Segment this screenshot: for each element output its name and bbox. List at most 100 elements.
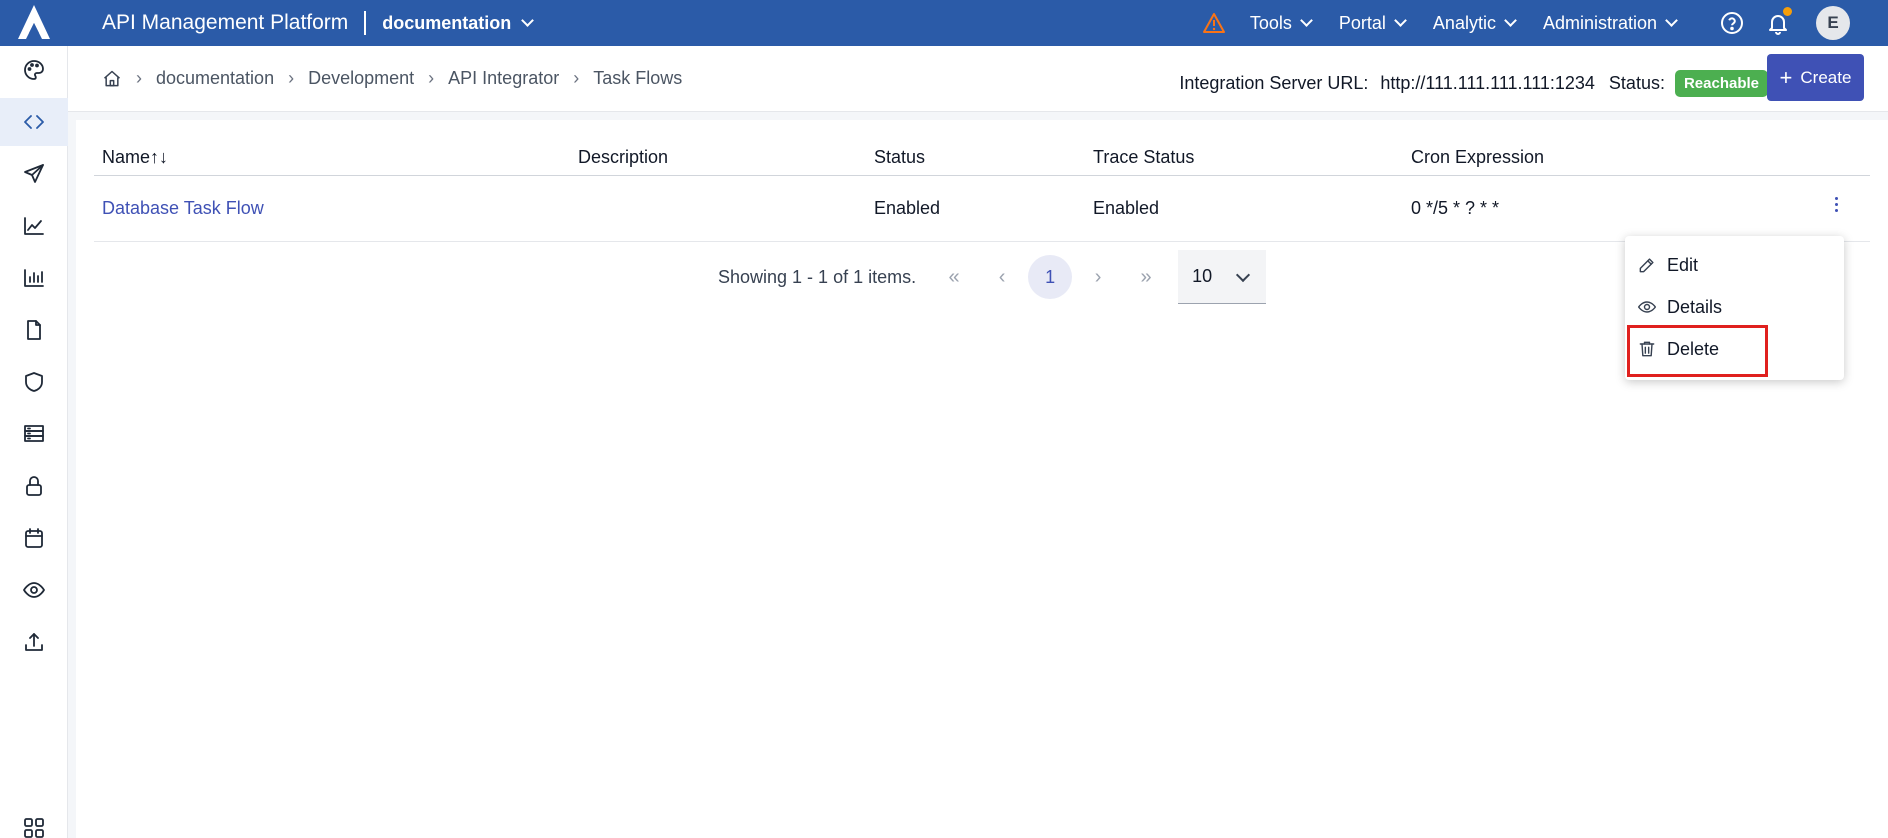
eye-icon: [23, 582, 45, 598]
pencil-icon: [1639, 258, 1654, 273]
menu-item-edit[interactable]: Edit: [1637, 248, 1698, 282]
chevron-right-icon: ›: [428, 68, 435, 88]
app-title: API Management Platform: [102, 11, 349, 34]
logo-icon: [18, 5, 50, 39]
task-flow-name-link[interactable]: Database Task Flow: [102, 198, 264, 219]
page-number-current[interactable]: 1: [1028, 255, 1073, 299]
prev-page-icon[interactable]: ‹: [980, 255, 1024, 299]
next-page-icon[interactable]: ›: [1076, 255, 1120, 299]
title-divider: [364, 11, 367, 35]
menu-tools[interactable]: Tools: [1249, 12, 1313, 34]
first-page-icon[interactable]: «: [932, 255, 976, 299]
create-button-label: Create: [1800, 67, 1852, 87]
server-status-label: Status:: [1608, 73, 1665, 93]
app-logo[interactable]: [0, 0, 68, 46]
menu-portal[interactable]: Portal: [1338, 12, 1407, 34]
warning-icon[interactable]: [1202, 12, 1226, 34]
palette-icon: [24, 60, 44, 80]
pagination-summary: Showing 1 - 1 of 1 items.: [718, 266, 917, 287]
breadcrumb-item-project[interactable]: documentation: [156, 68, 274, 89]
task-flow-status: Enabled: [874, 198, 941, 218]
table-row: Database Task Flow Enabled Enabled 0 */5…: [94, 177, 1870, 242]
server-info: Integration Server URL: http://111.111.1…: [1179, 70, 1768, 97]
menu-administration-label: Administration: [1542, 12, 1657, 33]
bar-chart-icon: [24, 269, 44, 287]
chevron-down-icon: [1394, 14, 1407, 27]
column-header-name[interactable]: Name↑↓: [102, 147, 168, 168]
sidebar: [0, 46, 68, 838]
breadcrumb-item-task-flows: Task Flows: [593, 68, 683, 88]
sidebar-item-development[interactable]: [0, 98, 68, 146]
upload-icon: [25, 633, 43, 651]
chevron-down-icon: [1665, 14, 1678, 27]
home-icon[interactable]: [102, 69, 122, 89]
column-name-label: Name: [102, 147, 151, 167]
menu-item-details-label: Details: [1667, 296, 1723, 317]
sidebar-item-import[interactable]: [0, 618, 68, 666]
sidebar-item-servers[interactable]: [0, 410, 68, 458]
task-flows-card: Name↑↓ Description Status Trace Status C…: [76, 120, 1888, 838]
sidebar-item-documents[interactable]: [0, 306, 68, 354]
eye-icon: [1637, 301, 1657, 313]
menu-analytic-label: Analytic: [1432, 12, 1496, 33]
notification-dot: [1783, 7, 1792, 16]
project-name: documentation: [382, 12, 512, 33]
create-button[interactable]: + Create: [1767, 54, 1864, 101]
menu-administration[interactable]: Administration: [1542, 12, 1678, 34]
calendar-icon: [25, 528, 43, 548]
chevron-right-icon: ›: [288, 68, 295, 88]
menu-portal-label: Portal: [1338, 12, 1386, 33]
server-icon: [24, 425, 44, 442]
chevron-down-icon: [521, 14, 535, 27]
sidebar-item-themes[interactable]: [0, 46, 68, 94]
page-size-value: 10: [1192, 266, 1213, 286]
sidebar-item-apps[interactable]: [0, 804, 68, 838]
bell-icon[interactable]: [1766, 7, 1792, 35]
sort-icon[interactable]: ↑↓: [150, 147, 168, 167]
pagination: Showing 1 - 1 of 1 items. « ‹ 1 › » 10: [718, 250, 1267, 304]
chevron-down-icon: [1236, 267, 1251, 283]
trending-icon: [24, 217, 44, 235]
breadcrumb: › documentation › Development › API Inte…: [102, 68, 682, 89]
column-header-description: Description: [578, 147, 669, 167]
sidebar-item-publish[interactable]: [0, 150, 68, 198]
column-header-cron: Cron Expression: [1411, 147, 1545, 167]
sidebar-item-security[interactable]: [0, 358, 68, 406]
code-icon: [24, 115, 44, 129]
help-icon[interactable]: [1720, 11, 1744, 35]
menu-analytic[interactable]: Analytic: [1432, 12, 1517, 34]
page-size-select[interactable]: 10: [1178, 250, 1267, 304]
column-header-status: Status: [874, 147, 926, 167]
project-selector[interactable]: documentation: [382, 12, 535, 34]
breadcrumb-item-api-integrator[interactable]: API Integrator: [448, 68, 559, 89]
send-icon: [24, 164, 44, 183]
plus-icon: +: [1779, 64, 1793, 90]
column-header-trace-status: Trace Status: [1093, 147, 1195, 167]
breadcrumb-item-development[interactable]: Development: [308, 68, 414, 89]
server-url-label: Integration Server URL:: [1179, 73, 1369, 93]
task-flow-trace-status: Enabled: [1093, 198, 1160, 218]
menu-item-details[interactable]: Details: [1637, 290, 1722, 324]
lock-icon: [26, 476, 42, 496]
sidebar-item-scheduler[interactable]: [0, 514, 68, 562]
table-header: Name↑↓ Description Status Trace Status C…: [94, 142, 1870, 176]
apps-grid-icon: [24, 818, 44, 838]
file-icon: [27, 320, 41, 340]
chevron-right-icon: ›: [136, 68, 142, 88]
sidebar-item-observe[interactable]: [0, 566, 68, 614]
last-page-icon[interactable]: »: [1124, 255, 1168, 299]
sidebar-item-analytics[interactable]: [0, 254, 68, 302]
sidebar-item-monitoring[interactable]: [0, 202, 68, 250]
status-badge: Reachable: [1674, 70, 1768, 97]
top-navbar: API Management Platform documentation To…: [0, 0, 1888, 46]
breadcrumb-bar: › documentation › Development › API Inte…: [68, 46, 1888, 112]
chevron-down-icon: [1504, 14, 1517, 27]
row-actions-kebab-icon[interactable]: [1832, 197, 1840, 212]
avatar[interactable]: E: [1816, 6, 1850, 40]
chevron-down-icon: [1300, 14, 1313, 27]
task-flow-cron: 0 */5 * ? * *: [1411, 198, 1500, 218]
chevron-right-icon: ›: [573, 68, 580, 88]
sidebar-item-access[interactable]: [0, 462, 68, 510]
delete-highlight-box: [1627, 325, 1768, 377]
menu-tools-label: Tools: [1249, 12, 1292, 33]
